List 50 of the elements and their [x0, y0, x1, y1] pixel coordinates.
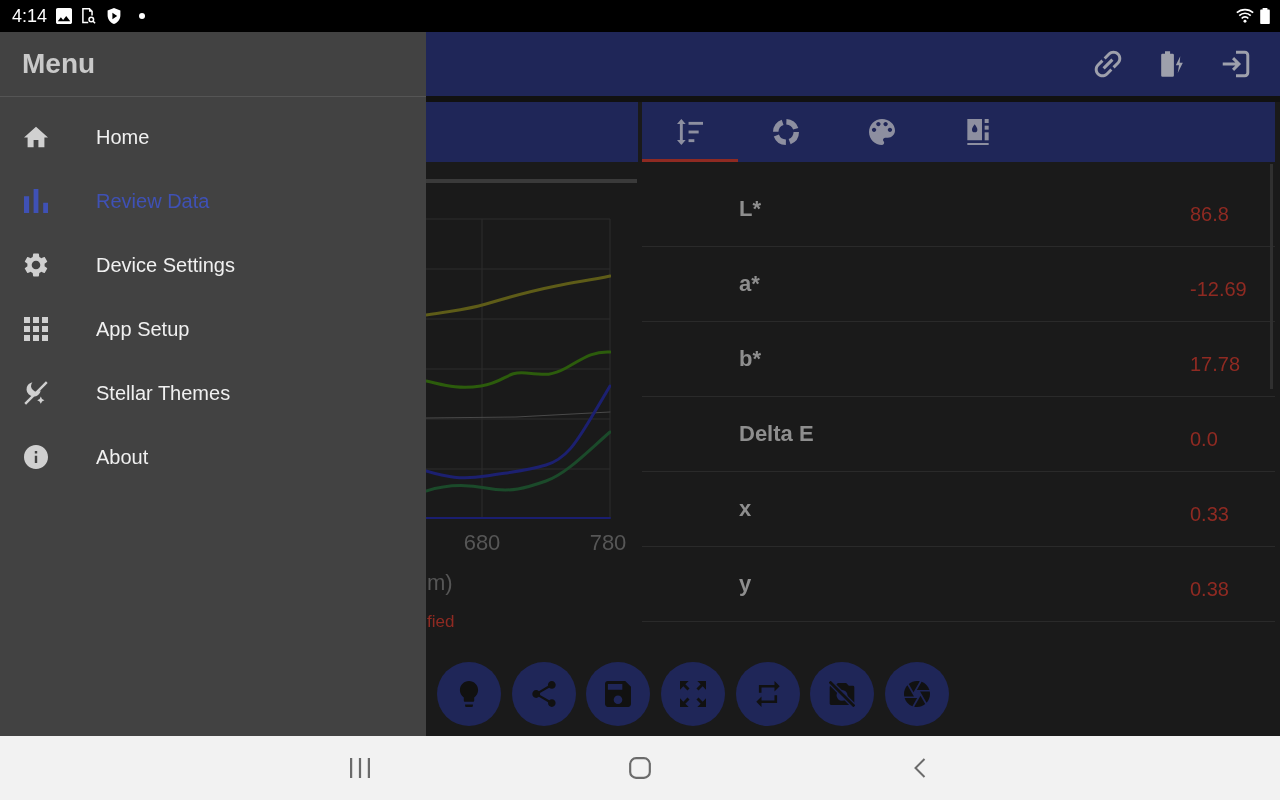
drawer-title: Menu — [22, 48, 96, 80]
measurement-value: 17.78 — [1190, 352, 1241, 376]
home-icon — [24, 125, 48, 149]
shield-icon — [106, 8, 123, 24]
menu-item[interactable]: About — [0, 425, 426, 489]
axis-tick-label: 780 — [588, 530, 628, 556]
moon-slash-icon — [24, 381, 48, 405]
share-icon — [530, 681, 557, 707]
back-icon[interactable] — [914, 758, 926, 778]
save-icon — [605, 681, 632, 707]
grid-icon — [24, 317, 48, 341]
battery-icon — [1260, 8, 1270, 24]
dot-icon — [139, 13, 146, 19]
measurement-value: 0.38 — [1190, 577, 1229, 601]
arrow-box-icon[interactable] — [1222, 50, 1250, 78]
recents-icon[interactable] — [350, 758, 370, 778]
measurement-label: L* — [739, 196, 761, 222]
menu-item[interactable]: Device Settings — [0, 233, 426, 297]
repeat-icon — [754, 681, 781, 707]
menu-item[interactable]: Stellar Themes — [0, 361, 426, 425]
gear-icon — [24, 253, 48, 277]
nav-home-icon[interactable] — [629, 757, 651, 779]
menu-item[interactable]: App Setup — [0, 297, 426, 361]
measurement-value: 0.0 — [1190, 427, 1218, 451]
measurement-label: Delta E — [739, 421, 814, 447]
measurement-value: 86.8 — [1190, 202, 1229, 226]
menu-item[interactable]: Home — [0, 105, 426, 169]
palette-icon — [869, 119, 895, 145]
info-icon — [24, 445, 48, 469]
bar-chart-icon — [24, 189, 48, 213]
measurement-value: 0.33 — [1190, 502, 1229, 526]
aperture-icon — [904, 681, 931, 707]
status-note: fied — [427, 612, 455, 632]
measurement-value: -12.69 — [1190, 277, 1247, 301]
image-icon — [56, 8, 73, 24]
measurement-label: b* — [739, 346, 761, 372]
measurement-label: x — [739, 496, 752, 522]
doc-search-icon — [81, 8, 98, 24]
measurement-label: y — [739, 571, 752, 597]
expand-arrows-icon — [680, 681, 707, 707]
camera-slash-icon — [829, 681, 856, 707]
ring-icon — [773, 119, 799, 145]
swatch-card-icon — [965, 119, 991, 145]
axis-tick-label: 680 — [462, 530, 502, 556]
wifi-icon — [1236, 8, 1254, 24]
measurement-label: a* — [739, 271, 760, 297]
axis-title: m) — [427, 570, 453, 596]
link-icon[interactable] — [1094, 50, 1122, 78]
status-time: 4:14 — [12, 5, 48, 27]
sort-icon — [677, 119, 703, 145]
